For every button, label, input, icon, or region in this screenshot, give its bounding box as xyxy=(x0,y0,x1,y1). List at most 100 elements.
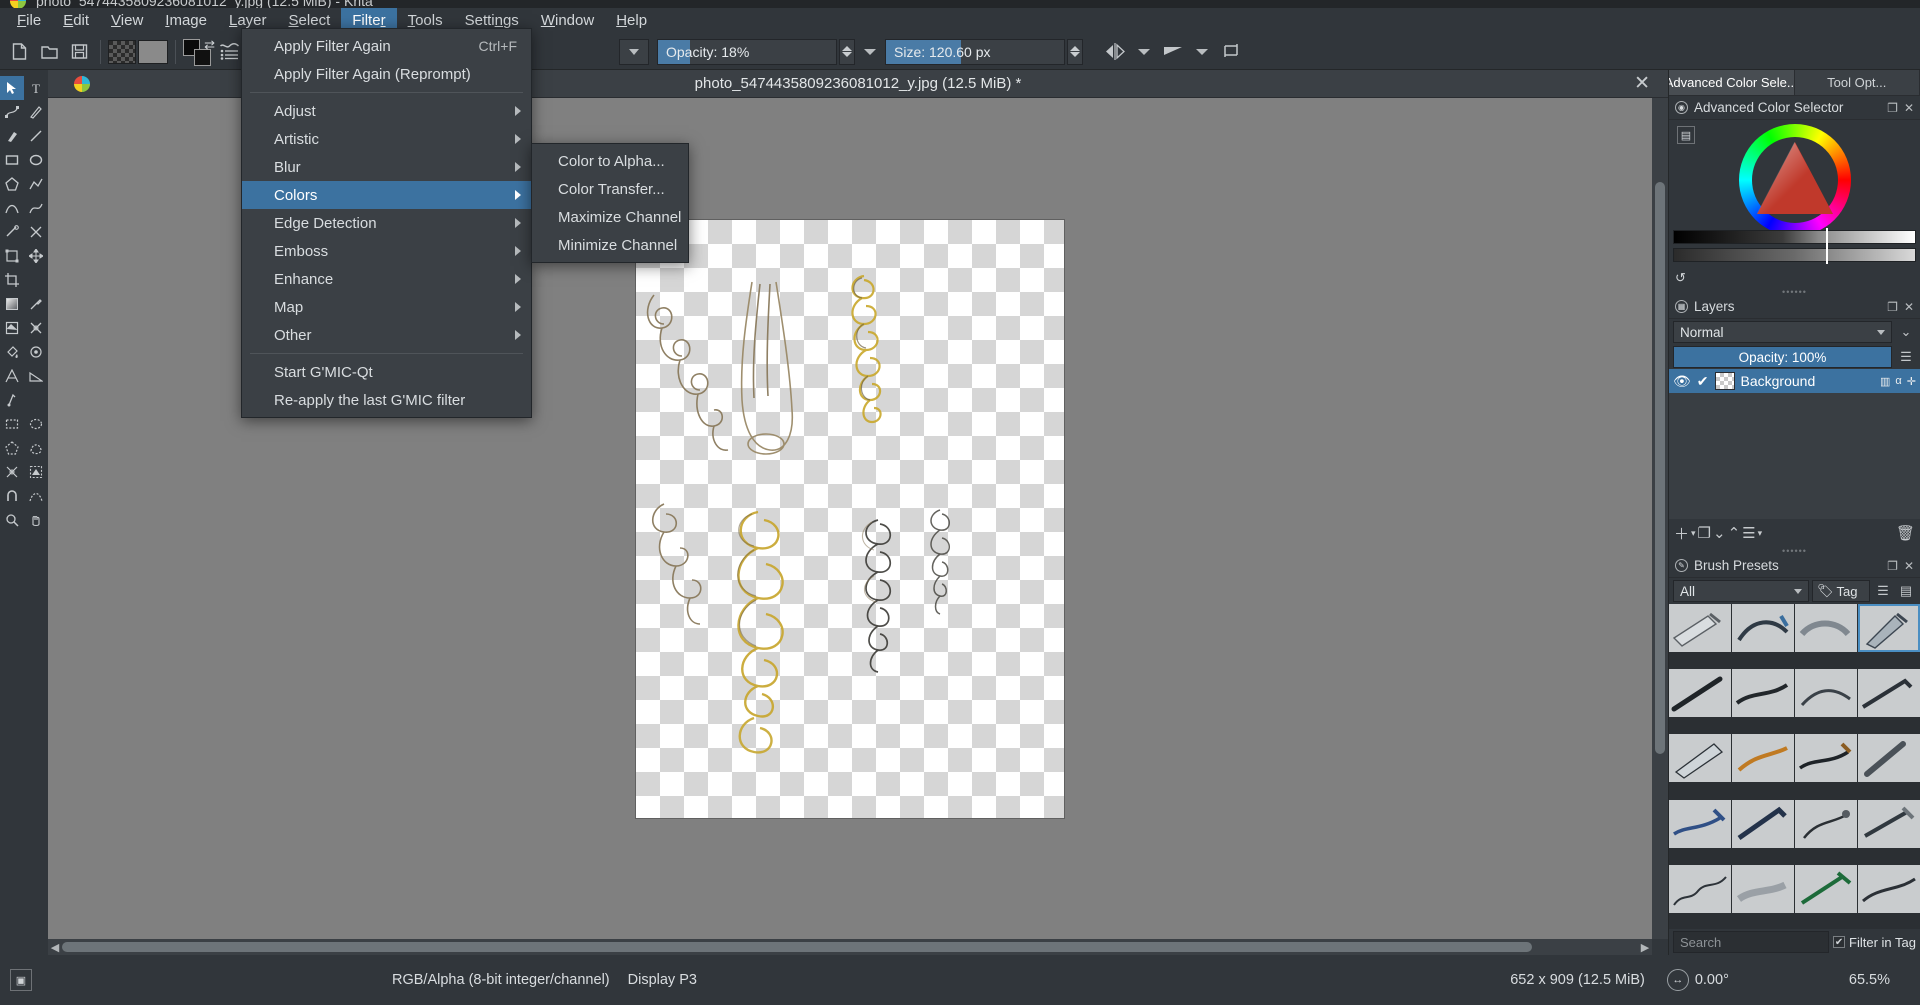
scrollbar-thumb[interactable] xyxy=(1655,182,1665,754)
tool-smart-patch[interactable] xyxy=(24,316,48,340)
color-selector-settings-icon[interactable]: ▤ xyxy=(1677,126,1695,144)
menu-item-emboss[interactable]: Emboss xyxy=(242,237,531,265)
brush-size-slider[interactable]: Size: 120.60 px xyxy=(885,38,1065,65)
tool-text[interactable]: T xyxy=(24,76,48,100)
value-slider[interactable] xyxy=(1673,228,1916,246)
brush-tag-filter-combo[interactable]: All xyxy=(1673,580,1809,602)
brush-storage-icon[interactable]: ▤ xyxy=(1896,580,1916,602)
menu-item-color-to-alpha[interactable]: Color to Alpha... xyxy=(532,147,688,175)
blend-mode-combo[interactable]: Normal xyxy=(1673,321,1892,343)
add-layer-icon[interactable]: ＋ xyxy=(1674,523,1689,544)
layer-alpha-icon[interactable]: α xyxy=(1895,375,1901,388)
tool-bezier-selection[interactable] xyxy=(24,484,48,508)
brush-preset-item[interactable] xyxy=(1858,864,1920,913)
gradient-swatch[interactable] xyxy=(108,39,136,64)
brush-preset-item[interactable] xyxy=(1732,864,1794,913)
brush-preset-item[interactable] xyxy=(1795,604,1857,652)
artboard[interactable] xyxy=(636,219,1064,818)
close-icon[interactable]: ✕ xyxy=(1904,300,1914,314)
brush-preset-item[interactable] xyxy=(1669,669,1731,718)
menu-file[interactable]: File xyxy=(6,8,52,34)
selection-mask-icon[interactable]: ▣ xyxy=(10,969,32,991)
layer-opacity-slider[interactable]: Opacity: 100% xyxy=(1673,346,1892,368)
tab-tool-options[interactable]: Tool Opt... xyxy=(1794,70,1920,95)
tool-reference-images[interactable] xyxy=(0,388,24,412)
menu-item-adjust[interactable]: Adjust xyxy=(242,97,531,125)
tool-rectangle[interactable] xyxy=(0,148,24,172)
filter-in-tag-checkbox[interactable]: ✔ xyxy=(1833,936,1846,948)
tool-select-shapes[interactable] xyxy=(0,76,24,100)
filter-in-tag-checkbox-row[interactable]: ✔ Filter in Tag xyxy=(1833,935,1916,950)
add-layer-dropdown-icon[interactable]: ▾ xyxy=(1691,528,1696,539)
menu-item-other[interactable]: Other xyxy=(242,321,531,349)
tool-crop[interactable] xyxy=(0,268,24,292)
tool-fill[interactable] xyxy=(0,340,24,364)
dock-splitter[interactable]: •••••• xyxy=(1669,546,1920,556)
tool-transform[interactable] xyxy=(0,244,24,268)
menu-item-reapply-last-gmic-filter[interactable]: Re-apply the last G'MIC filter xyxy=(242,386,531,414)
brush-preset-item[interactable] xyxy=(1732,604,1794,652)
brush-list-view-icon[interactable]: ☰ xyxy=(1873,580,1893,602)
brush-preset-item[interactable] xyxy=(1669,799,1731,848)
pattern-swatch[interactable] xyxy=(138,39,168,64)
filter-layers-icon[interactable]: ⌄ xyxy=(1896,321,1916,343)
tool-polygon[interactable] xyxy=(0,172,24,196)
new-file-icon[interactable] xyxy=(5,38,33,66)
layer-lock-icon[interactable]: ▥ xyxy=(1880,375,1890,388)
layer-properties-icon[interactable]: ☰ xyxy=(1742,524,1755,542)
close-icon[interactable]: ✕ xyxy=(1904,101,1914,115)
brush-preset-item[interactable] xyxy=(1669,604,1731,652)
tool-bezier-curve[interactable] xyxy=(0,196,24,220)
tool-freehand-selection[interactable] xyxy=(24,436,48,460)
tool-dynamic-brush[interactable] xyxy=(0,220,24,244)
tool-measure[interactable] xyxy=(24,364,48,388)
brush-preset-item[interactable] xyxy=(1795,734,1857,783)
refresh-icon[interactable]: ↺ xyxy=(1675,270,1686,286)
close-icon[interactable]: ✕ xyxy=(1634,72,1650,95)
canvas-vertical-scrollbar[interactable] xyxy=(1652,98,1668,939)
brush-preset-item[interactable] xyxy=(1732,669,1794,718)
menu-image[interactable]: Image xyxy=(154,8,218,34)
brush-preset-item[interactable] xyxy=(1732,734,1794,783)
swap-colors-icon[interactable]: ⇄ xyxy=(204,37,215,53)
layer-properties-dropdown-icon[interactable]: ▾ xyxy=(1758,528,1763,539)
menu-item-map[interactable]: Map xyxy=(242,293,531,321)
tool-zoom[interactable] xyxy=(0,508,24,532)
scrollbar-thumb[interactable] xyxy=(62,942,1532,952)
move-layer-up-icon[interactable]: ⌃ xyxy=(1728,524,1741,542)
brush-presets-grid[interactable] xyxy=(1669,604,1920,929)
foreground-background-color[interactable]: ⇄ xyxy=(183,37,215,66)
brush-preset-item[interactable] xyxy=(1795,669,1857,718)
brush-preset-item[interactable] xyxy=(1795,864,1857,913)
filter-menu-popup[interactable]: Apply Filter Again Ctrl+F Apply Filter A… xyxy=(241,28,532,418)
brush-preset-item-selected[interactable] xyxy=(1858,604,1920,652)
menu-edit[interactable]: Edit xyxy=(52,8,100,34)
brush-editor-icon[interactable] xyxy=(215,38,243,66)
layer-list[interactable]: 👁 ✔ Background ▥ α ✛ xyxy=(1669,369,1920,519)
canvas-rotation-control[interactable]: ↔ 0.00° xyxy=(1666,969,1729,991)
dock-splitter[interactable]: •••••• xyxy=(1669,287,1920,297)
tool-multibrush[interactable] xyxy=(24,220,48,244)
menu-window[interactable]: Window xyxy=(530,8,605,34)
menu-item-maximize-channel[interactable]: Maximize Channel xyxy=(532,203,688,231)
brush-preset-item[interactable] xyxy=(1858,734,1920,783)
tool-enclose-and-fill[interactable] xyxy=(24,340,48,364)
tool-ellipse[interactable] xyxy=(24,148,48,172)
menu-item-artistic[interactable]: Artistic xyxy=(242,125,531,153)
table-row[interactable]: 👁 ✔ Background ▥ α ✛ xyxy=(1669,369,1920,393)
menu-item-color-transfer[interactable]: Color Transfer... xyxy=(532,175,688,203)
advanced-color-selector[interactable]: ▤ xyxy=(1669,120,1920,268)
tool-line[interactable] xyxy=(24,124,48,148)
scroll-right-icon[interactable]: ▶ xyxy=(1638,941,1652,954)
brush-preset-item[interactable] xyxy=(1732,799,1794,848)
tool-similar-color-selection[interactable] xyxy=(24,460,48,484)
tool-polygonal-selection[interactable] xyxy=(0,436,24,460)
layer-properties-icon[interactable]: ☰ xyxy=(1896,346,1916,368)
mirror-horizontal-dropdown-icon[interactable] xyxy=(1138,48,1150,55)
tool-colorize-mask[interactable] xyxy=(0,316,24,340)
brush-preset-item[interactable] xyxy=(1669,864,1731,913)
menu-item-apply-filter-again-reprompt[interactable]: Apply Filter Again (Reprompt) xyxy=(242,60,531,88)
rotate-canvas-icon[interactable]: ↔ xyxy=(1666,969,1689,991)
opacity-dropdown-icon[interactable] xyxy=(864,48,876,55)
tool-edit-shapes[interactable] xyxy=(0,100,24,124)
